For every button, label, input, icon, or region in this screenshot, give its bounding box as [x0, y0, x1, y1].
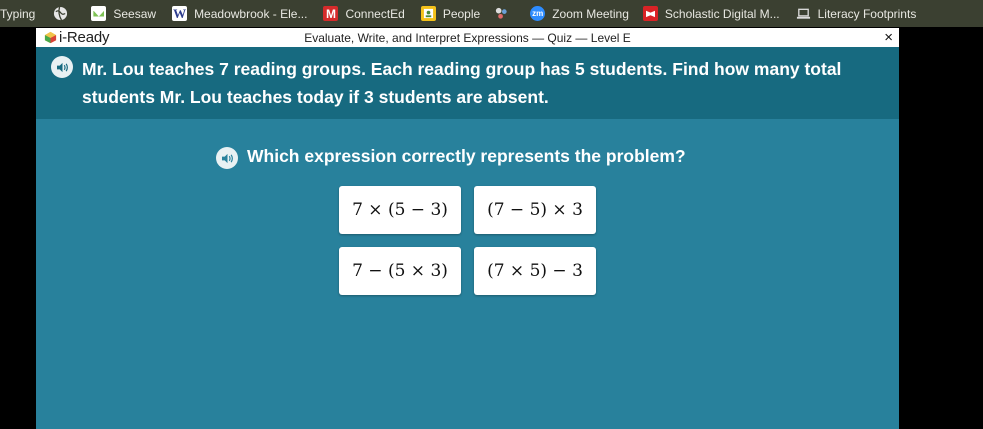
laptop-icon	[796, 6, 811, 21]
quiz-window: i-Ready Evaluate, Write, and Interpret E…	[36, 28, 899, 429]
bookmark-puzzle[interactable]	[486, 0, 522, 27]
seesaw-icon	[91, 6, 107, 21]
answer-choice[interactable]: (7 − 5) × 3	[474, 186, 596, 234]
answer-choice[interactable]: 7 × (5 − 3)	[339, 186, 461, 234]
answer-choice[interactable]: 7 − (5 × 3)	[339, 247, 461, 295]
answer-choice[interactable]: (7 × 5) − 3	[474, 247, 596, 295]
title-bar: i-Ready Evaluate, Write, and Interpret E…	[36, 28, 899, 47]
problem-text: Mr. Lou teaches 7 reading groups. Each r…	[82, 59, 842, 107]
close-icon[interactable]: ×	[884, 29, 893, 46]
bookmark-connected[interactable]: M ConnectEd	[313, 0, 410, 27]
puzzle-icon	[494, 6, 509, 21]
bookmark-label: People	[442, 6, 481, 21]
bookmark-literacy[interactable]: Literacy Footprints	[786, 0, 923, 27]
bookmark-label: ConnectEd	[345, 6, 405, 21]
bookmark-label: Typing	[0, 6, 36, 21]
w-logo-icon: W	[172, 5, 188, 21]
bookmark-label: Meadowbrook - Ele...	[194, 6, 308, 21]
problem-banner: Mr. Lou teaches 7 reading groups. Each r…	[36, 47, 899, 119]
speaker-icon[interactable]	[51, 56, 73, 78]
globe-icon	[53, 6, 68, 21]
bookmark-typing[interactable]: Typing	[0, 0, 41, 27]
bookmark-label: Literacy Footprints	[817, 6, 917, 21]
window-title: Evaluate, Write, and Interpret Expressio…	[304, 31, 631, 45]
bookmarks-bar: Typing Seesaw W Meadowbrook - Ele... M C…	[0, 0, 983, 27]
bookmark-globe[interactable]	[41, 0, 81, 27]
bookmark-zoom[interactable]: zm Zoom Meeting	[522, 0, 635, 27]
scholastic-icon	[642, 6, 658, 21]
people-icon	[420, 6, 436, 21]
bookmark-label: Seesaw	[113, 6, 157, 21]
zoom-icon: zm	[530, 6, 546, 21]
speaker-icon[interactable]	[216, 147, 238, 169]
bookmark-seesaw[interactable]: Seesaw	[81, 0, 162, 27]
question-text: Which expression correctly represents th…	[247, 146, 686, 166]
bookmark-people[interactable]: People	[411, 0, 486, 27]
bookmark-label: Scholastic Digital M...	[664, 6, 780, 21]
bookmark-label: Zoom Meeting	[552, 6, 629, 21]
m-logo-icon: M	[323, 6, 339, 21]
bookmark-meadowbrook[interactable]: W Meadowbrook - Ele...	[162, 0, 313, 27]
bookmark-scholastic[interactable]: Scholastic Digital M...	[635, 0, 786, 27]
